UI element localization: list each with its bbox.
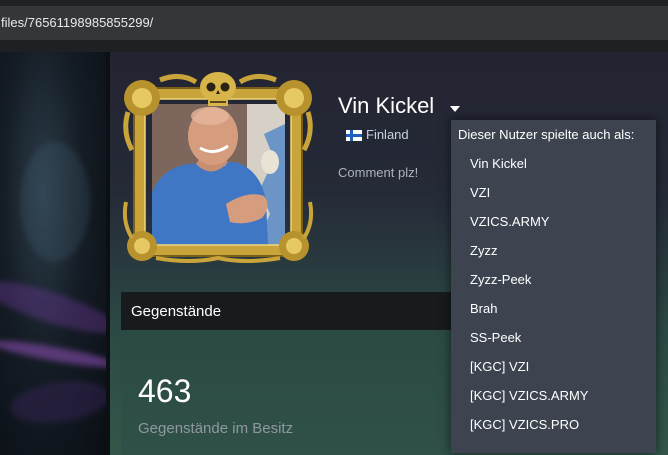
items-count[interactable]: 463	[138, 373, 191, 410]
background-artwork	[0, 52, 108, 455]
items-count-label[interactable]: Gegenstände im Besitz	[138, 418, 298, 440]
skull-ornament-icon	[200, 72, 236, 106]
name-history-item[interactable]: SS-Peek	[470, 330, 521, 345]
caret-down-icon[interactable]	[450, 106, 460, 112]
name-history-item[interactable]: [KGC] VZI	[470, 359, 529, 374]
profile-country[interactable]: Finland	[366, 127, 409, 142]
name-history-item[interactable]: Brah	[470, 301, 497, 316]
profile-summary: Comment plz!	[338, 165, 419, 180]
name-history-item[interactable]: Zyzz-Peek	[470, 272, 531, 287]
avatar-frame	[120, 72, 316, 268]
name-history-item[interactable]: VZICS.ARMY	[470, 214, 549, 229]
browser-chrome-gap	[0, 40, 668, 52]
name-history-item[interactable]: [KGC] VZICS.PRO	[470, 417, 579, 432]
name-history-item[interactable]: Vin Kickel	[470, 156, 527, 171]
name-history-item[interactable]: [KGC] VZICS.ARMY	[470, 388, 588, 403]
profile-name[interactable]: Vin Kickel	[338, 93, 434, 119]
name-history-item[interactable]: Zyzz	[470, 243, 497, 258]
items-panel-title[interactable]: Gegenstände	[131, 303, 221, 320]
finland-flag-icon	[346, 130, 362, 141]
name-history-header: Dieser Nutzer spielte auch als:	[458, 127, 635, 142]
address-bar[interactable]: files/76561198985855299/	[0, 6, 668, 40]
address-bar-url[interactable]: files/76561198985855299/	[1, 15, 153, 30]
name-history-item[interactable]: VZI	[470, 185, 490, 200]
